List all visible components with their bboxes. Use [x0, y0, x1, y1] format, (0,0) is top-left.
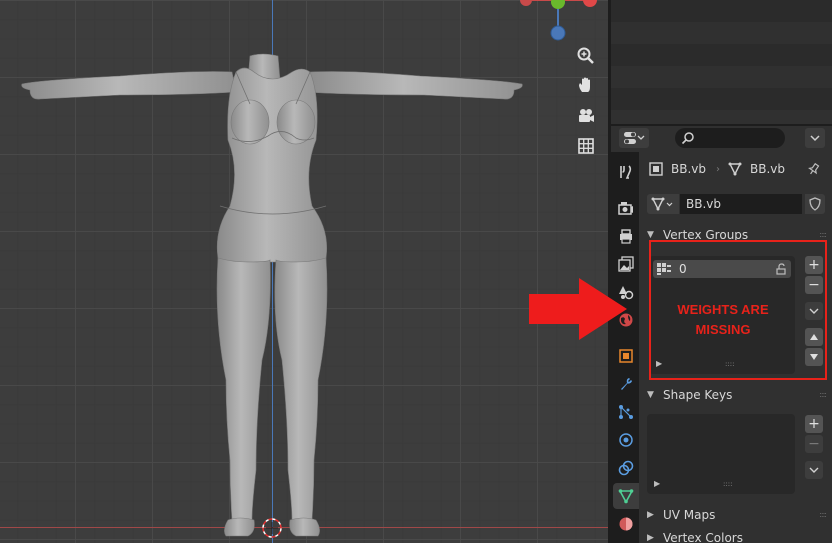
panel-collapsed-icon: ▶ — [647, 533, 654, 543]
breadcrumb-separator-icon: › — [716, 163, 720, 175]
breadcrumb: BB.vb › BB.vb — [639, 158, 832, 180]
neg-x-axis-handle[interactable] — [520, 0, 532, 6]
uv-maps-panel-header[interactable]: ▶ UV Maps :::: — [639, 504, 832, 526]
vertex-colors-panel-header[interactable]: ▶ Vertex Colors — [639, 527, 832, 543]
camera-view-icon[interactable] — [573, 103, 599, 129]
y-axis-handle[interactable] — [551, 0, 565, 9]
panel-expanded-icon: ▼ — [647, 390, 654, 400]
mesh-data-icon — [618, 489, 634, 504]
annotation-arrow-icon — [529, 278, 627, 340]
list-filter-expand-icon[interactable]: ▶ — [654, 479, 660, 488]
object-icon — [619, 349, 633, 363]
annotation-line-2: MISSING — [695, 322, 751, 337]
editor-type-button[interactable] — [619, 128, 649, 148]
shape-keys-list[interactable]: ▶ :::: — [647, 414, 795, 494]
character-model[interactable] — [0, 0, 608, 543]
editor-type-icon — [624, 132, 645, 144]
breadcrumb-mesh: BB.vb — [750, 162, 785, 176]
pan-hand-icon[interactable] — [573, 72, 599, 98]
wrench-icon — [621, 378, 632, 390]
add-shape-key-button[interactable]: + — [805, 415, 823, 433]
fake-user-shield-icon[interactable] — [805, 194, 825, 214]
panel-expanded-icon: ▼ — [647, 230, 654, 240]
outliner-area[interactable] — [611, 0, 832, 124]
shape-key-specials-button[interactable] — [805, 461, 823, 479]
tab-tool[interactable] — [613, 159, 639, 185]
chevron-down-icon — [809, 467, 819, 473]
tab-physics[interactable] — [613, 427, 639, 453]
zoom-icon[interactable] — [573, 43, 599, 69]
mesh-name-field[interactable]: BB.vb — [680, 194, 802, 214]
annotation-warning-text: WEIGHTS ARE MISSING — [660, 300, 786, 340]
remove-shape-key-button[interactable]: − — [805, 435, 823, 453]
properties-header — [611, 126, 832, 152]
breadcrumb-object: BB.vb — [671, 162, 706, 176]
navigation-gizmo[interactable] — [510, 0, 608, 44]
object-breadcrumb-icon — [649, 162, 663, 176]
vertex-colors-title: Vertex Colors — [663, 531, 743, 543]
tab-constraints[interactable] — [613, 455, 639, 481]
drag-grip-icon[interactable]: :::: — [819, 390, 827, 399]
z-axis-handle[interactable] — [550, 25, 566, 41]
particles-icon — [619, 405, 633, 419]
pin-icon[interactable] — [807, 162, 821, 176]
x-axis-handle[interactable] — [583, 0, 597, 7]
render-icon — [618, 202, 633, 215]
tab-object-data[interactable] — [613, 483, 639, 509]
tab-modifiers[interactable] — [613, 371, 639, 397]
uv-maps-title: UV Maps — [663, 508, 716, 522]
list-resize-grip-icon[interactable]: :::: — [723, 480, 732, 488]
panel-collapsed-icon: ▶ — [647, 510, 654, 520]
3d-viewport[interactable] — [0, 0, 608, 543]
view-layer-icon — [618, 256, 634, 272]
properties-tabs — [611, 152, 639, 543]
chevron-down-icon — [810, 135, 820, 142]
options-dropdown-button[interactable] — [805, 128, 825, 148]
tab-output[interactable] — [613, 223, 639, 249]
tab-material[interactable] — [613, 511, 639, 537]
tool-icon — [620, 165, 632, 179]
drag-grip-icon[interactable]: :::: — [819, 230, 827, 239]
mesh-browse-button[interactable] — [647, 194, 679, 214]
search-input[interactable] — [675, 128, 785, 148]
tab-render[interactable] — [613, 195, 639, 221]
physics-icon — [619, 433, 633, 447]
mesh-breadcrumb-icon — [728, 162, 742, 176]
output-printer-icon — [620, 229, 632, 244]
material-icon — [619, 517, 633, 531]
shape-keys-panel-header[interactable]: ▼ Shape Keys :::: — [639, 384, 832, 406]
mesh-datablock-selector: BB.vb — [647, 194, 827, 216]
shape-keys-title: Shape Keys — [663, 388, 733, 402]
grid-perspective-icon[interactable] — [573, 133, 599, 159]
search-icon — [681, 132, 694, 145]
tab-view-layer[interactable] — [613, 251, 639, 277]
annotation-line-1: WEIGHTS ARE — [677, 302, 769, 317]
tab-object[interactable] — [613, 343, 639, 369]
drag-grip-icon[interactable]: :::: — [819, 510, 827, 519]
3d-cursor[interactable] — [262, 518, 282, 538]
constraints-icon — [618, 460, 634, 476]
mesh-data-icon — [651, 197, 673, 211]
tab-particles[interactable] — [613, 399, 639, 425]
